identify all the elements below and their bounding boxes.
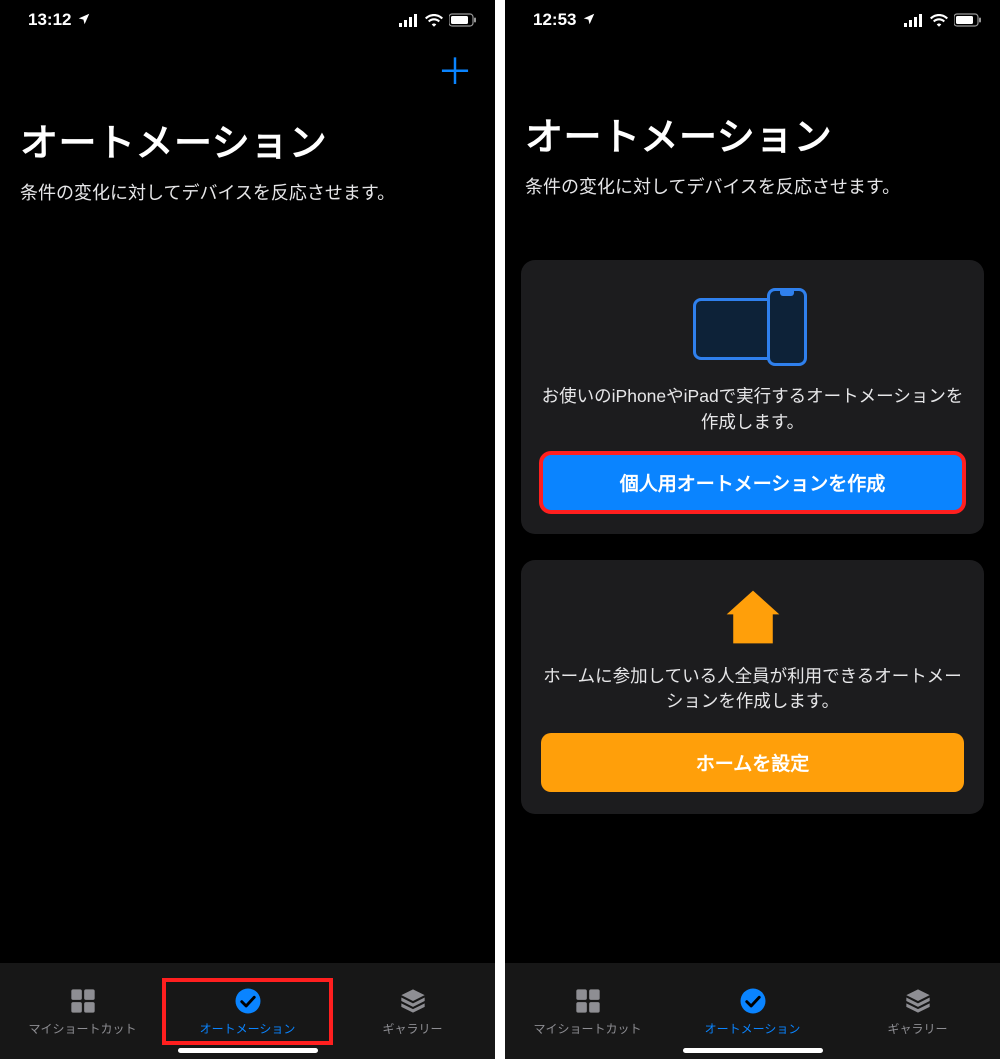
tab-automation[interactable]: オートメーション [671, 982, 834, 1041]
status-bar: 13:12 [0, 0, 495, 34]
phone-left: 13:12 ＋ オートメーション 条件の変化に対してデバイスを反応させます。 [0, 0, 495, 1059]
page-title: オートメーション [525, 106, 980, 161]
tab-automation[interactable]: オートメーション [166, 982, 329, 1041]
home-icon [721, 588, 785, 646]
tab-label: ギャラリー [382, 1020, 442, 1037]
grid-icon [69, 986, 97, 1016]
tab-shortcuts[interactable]: マイショートカット [506, 982, 669, 1041]
create-personal-automation-button[interactable]: 個人用オートメーションを作成 [541, 453, 964, 512]
location-icon [582, 12, 596, 29]
clock: 12:53 [533, 10, 576, 30]
tab-shortcuts[interactable]: マイショートカット [1, 982, 164, 1041]
cellular-icon [399, 13, 419, 27]
tab-label: ギャラリー [887, 1020, 947, 1037]
tab-bar: マイショートカット オートメーション ギャラリー [505, 963, 1000, 1059]
stack-icon [399, 986, 427, 1016]
wifi-icon [425, 13, 443, 27]
battery-icon [954, 13, 982, 27]
card-description: お使いのiPhoneやiPadで実行するオートメーションを作成します。 [541, 384, 964, 435]
card-description: ホームに参加している人全員が利用できるオートメーションを作成します。 [541, 664, 964, 715]
setup-home-button[interactable]: ホームを設定 [541, 733, 964, 792]
grid-icon [574, 986, 602, 1016]
tab-label: マイショートカット [28, 1020, 136, 1037]
tab-gallery[interactable]: ギャラリー [836, 982, 999, 1041]
clock-check-icon [233, 986, 263, 1016]
tab-label: マイショートカット [533, 1020, 641, 1037]
clock-check-icon [738, 986, 768, 1016]
personal-automation-card: お使いのiPhoneやiPadで実行するオートメーションを作成します。 個人用オ… [521, 260, 984, 534]
home-automation-card: ホームに参加している人全員が利用できるオートメーションを作成します。 ホームを設… [521, 560, 984, 814]
home-indicator[interactable] [683, 1048, 823, 1053]
page-subtitle: 条件の変化に対してデバイスを反応させます。 [20, 181, 475, 206]
add-button[interactable]: ＋ [437, 54, 473, 90]
battery-icon [449, 13, 477, 27]
tab-bar: マイショートカット オートメーション ギャラリー [0, 963, 495, 1059]
wifi-icon [930, 13, 948, 27]
location-icon [77, 12, 91, 29]
tab-gallery[interactable]: ギャラリー [331, 982, 494, 1041]
page-subtitle: 条件の変化に対してデバイスを反応させます。 [525, 175, 980, 200]
status-bar: 12:53 [505, 0, 1000, 34]
page-title: オートメーション [20, 112, 475, 167]
phone-right: 12:53 オートメーション 条件の変化に対してデバイスを反応させます。 [505, 0, 1000, 1059]
home-indicator[interactable] [178, 1048, 318, 1053]
tab-label: オートメーション [200, 1020, 296, 1037]
stack-icon [904, 986, 932, 1016]
devices-icon [693, 288, 813, 366]
tab-label: オートメーション [705, 1020, 801, 1037]
cellular-icon [904, 13, 924, 27]
clock: 13:12 [28, 10, 71, 30]
